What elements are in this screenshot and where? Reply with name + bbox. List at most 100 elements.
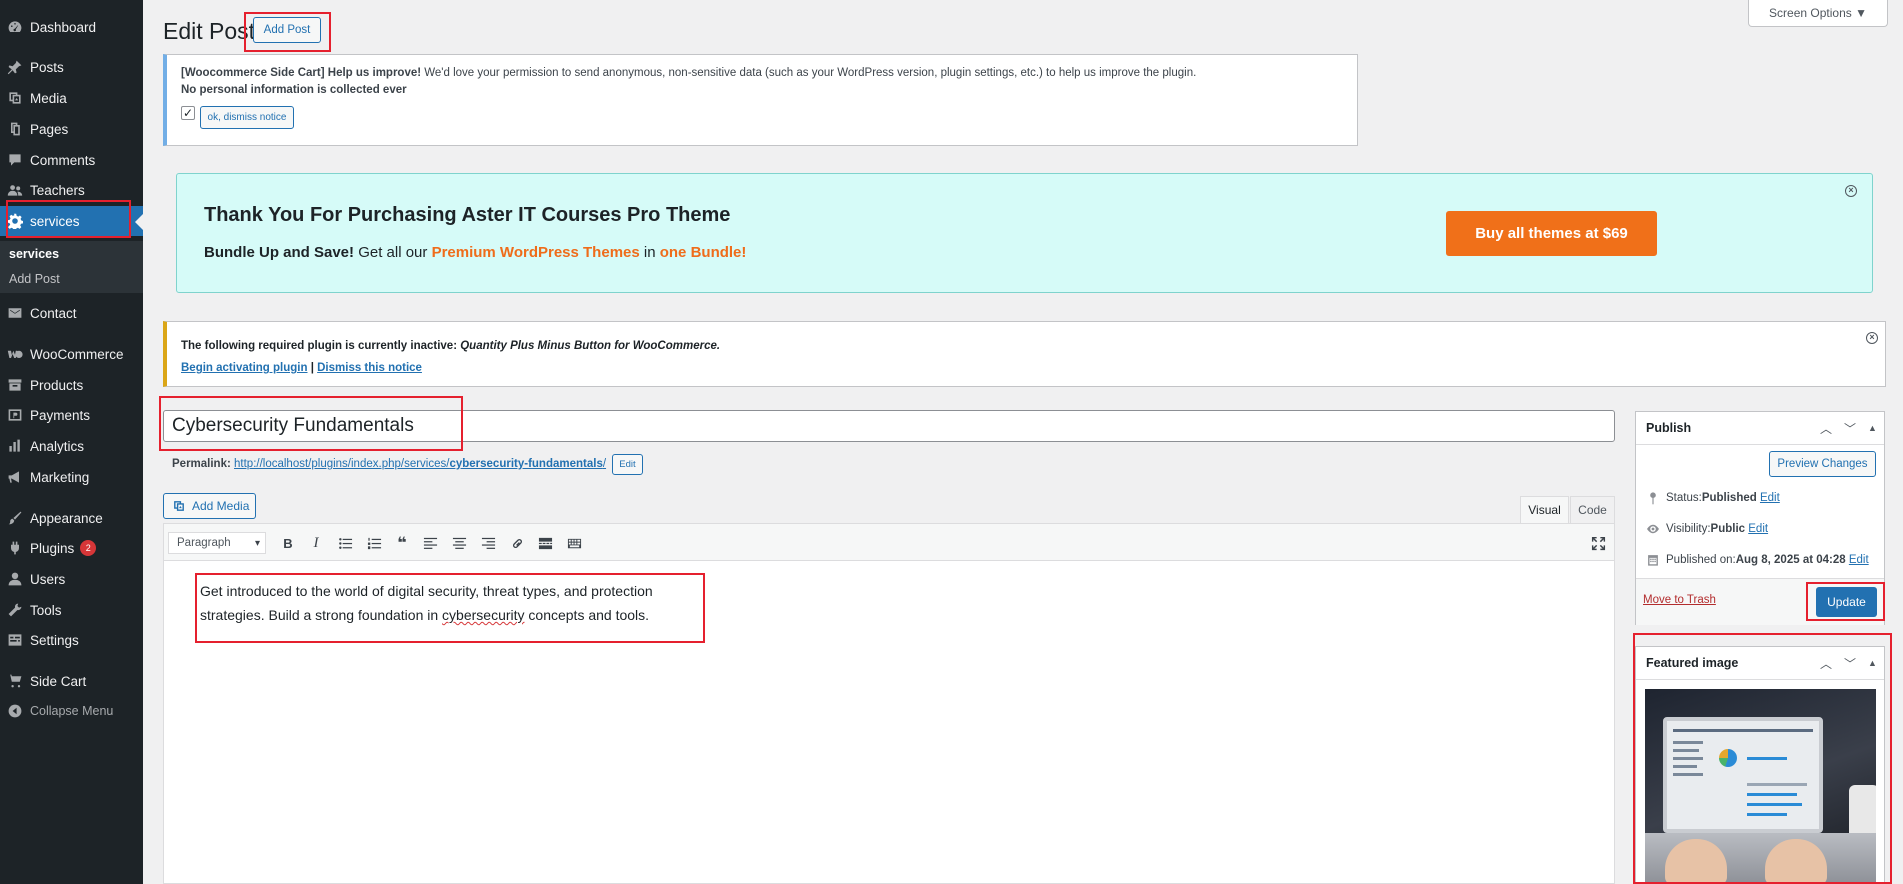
promo-themes-link: Premium WordPress Themes — [431, 244, 640, 261]
edit-visibility-link[interactable]: Edit — [1748, 523, 1768, 535]
featured-image-thumbnail[interactable] — [1645, 689, 1876, 884]
close-icon[interactable]: × — [1866, 332, 1878, 344]
edit-date-link[interactable]: Edit — [1849, 554, 1869, 566]
submenu-item-services[interactable]: services — [9, 247, 59, 261]
post-title-input[interactable]: Cybersecurity Fundamentals — [163, 410, 1615, 442]
menu-item-dashboard[interactable]: Dashboard — [0, 12, 143, 42]
gear-icon — [0, 213, 30, 229]
buy-themes-button[interactable]: Buy all themes at $69 — [1446, 211, 1657, 256]
megaphone-icon — [0, 469, 30, 485]
editor-content[interactable]: Get introduced to the world of digital s… — [200, 579, 700, 627]
media-icon — [0, 90, 30, 106]
align-left-icon[interactable] — [419, 532, 441, 554]
user-icon — [0, 571, 30, 587]
plugin-notice-actions: Begin activating plugin | Dismiss this n… — [181, 362, 422, 374]
menu-item-side-cart[interactable]: Side Cart — [0, 666, 143, 696]
align-center-icon[interactable] — [448, 532, 470, 554]
toggle-panel-icon[interactable]: ▲ — [1868, 658, 1877, 668]
add-post-button[interactable]: Add Post — [253, 17, 321, 43]
plugin-name: Quantity Plus Minus Button for WooCommer… — [460, 340, 721, 352]
promo-sub-bold: Bundle Up and Save! — [204, 244, 355, 261]
tab-code[interactable]: Code — [1570, 496, 1615, 524]
collapse-label: Collapse Menu — [30, 704, 114, 718]
menu-item-settings[interactable]: Settings — [0, 625, 143, 655]
move-up-icon[interactable]: ︿ — [1820, 420, 1832, 437]
comment-icon — [0, 152, 30, 168]
add-media-button[interactable]: Add Media — [163, 493, 256, 519]
menu-label: Users — [30, 571, 66, 587]
plugin-notice-label: The following required plugin is current… — [181, 340, 461, 352]
link-icon[interactable] — [506, 532, 528, 554]
numbered-list-icon[interactable] — [363, 532, 385, 554]
visibility-value: Public — [1710, 523, 1746, 535]
menu-item-appearance[interactable]: Appearance — [0, 503, 143, 533]
page-title: Edit Post — [163, 18, 256, 44]
permalink-label: Permalink: — [172, 458, 231, 470]
menu-item-woocommerce[interactable]: WooCommerce — [0, 339, 143, 369]
edit-status-link[interactable]: Edit — [1760, 492, 1780, 504]
submenu-item-add-post[interactable]: Add Post — [9, 272, 60, 286]
menu-item-contact[interactable]: Contact — [0, 298, 143, 328]
menu-item-plugins[interactable]: Plugins 2 — [0, 533, 143, 563]
fullscreen-icon[interactable] — [1587, 532, 1609, 554]
close-icon[interactable]: × — [1845, 185, 1857, 197]
publish-box-header: Publish ︿ ﹀ ▲ — [1636, 412, 1884, 445]
dismiss-notice-button[interactable]: ok, dismiss notice — [200, 106, 294, 129]
plugin-notice-text: The following required plugin is current… — [181, 340, 720, 352]
menu-item-products[interactable]: Products — [0, 370, 143, 400]
pages-icon — [0, 121, 30, 137]
consent-checkbox[interactable]: ✓ — [181, 106, 195, 120]
pin-icon — [1650, 492, 1656, 505]
menu-label: Contact — [30, 305, 77, 321]
menu-label: Media — [30, 90, 67, 106]
menu-item-users[interactable]: Users — [0, 564, 143, 594]
visibility-label: Visibility: — [1666, 523, 1711, 535]
read-more-icon[interactable] — [534, 532, 556, 554]
blockquote-icon[interactable]: ❝ — [391, 532, 413, 554]
preview-changes-button[interactable]: Preview Changes — [1769, 451, 1876, 477]
menu-label: Marketing — [30, 469, 90, 485]
menu-item-pages[interactable]: Pages — [0, 114, 143, 144]
menu-item-marketing[interactable]: Marketing — [0, 462, 143, 492]
move-to-trash-link[interactable]: Move to Trash — [1643, 594, 1716, 606]
italic-icon[interactable]: I — [305, 532, 327, 554]
edit-permalink-button[interactable]: Edit — [612, 454, 643, 475]
move-down-icon[interactable]: ﹀ — [1844, 655, 1856, 672]
dismiss-plugin-notice-link[interactable]: Dismiss this notice — [317, 362, 422, 374]
menu-label: Side Cart — [30, 673, 87, 689]
align-right-icon[interactable] — [477, 532, 499, 554]
bold-icon[interactable]: B — [277, 532, 299, 554]
menu-item-payments[interactable]: Payments — [0, 400, 143, 430]
menu-label: Teachers — [30, 182, 85, 198]
update-button[interactable]: Update — [1816, 587, 1877, 617]
format-select[interactable]: Paragraph — [168, 532, 266, 554]
begin-activating-link[interactable]: Begin activating plugin — [181, 362, 308, 374]
bullet-list-icon[interactable] — [334, 532, 356, 554]
collapse-menu[interactable]: Collapse Menu — [0, 696, 143, 726]
menu-item-posts[interactable]: Posts — [0, 52, 143, 82]
published-value: Aug 8, 2025 at 04:28 — [1735, 554, 1846, 566]
mail-icon — [0, 305, 30, 321]
brush-icon — [0, 510, 30, 526]
menu-item-teachers[interactable]: Teachers — [0, 175, 143, 205]
link-separator: | — [307, 362, 318, 374]
editor-toolbar: Paragraph B I ❝ — [164, 524, 1614, 561]
menu-label: services — [30, 213, 80, 229]
move-down-icon[interactable]: ﹀ — [1844, 420, 1856, 437]
published-label: Published on: — [1666, 554, 1736, 566]
toolbar-toggle-icon[interactable] — [563, 532, 585, 554]
add-media-label: Add Media — [192, 499, 250, 513]
menu-item-analytics[interactable]: Analytics — [0, 431, 143, 461]
publish-box: Publish ︿ ﹀ ▲ Preview Changes Status: Pu… — [1635, 411, 1885, 625]
menu-item-comments[interactable]: Comments — [0, 145, 143, 175]
permalink-base: http://localhost/plugins/index.php/servi… — [234, 458, 450, 470]
toggle-panel-icon[interactable]: ▲ — [1868, 423, 1877, 433]
move-up-icon[interactable]: ︿ — [1820, 655, 1832, 672]
menu-item-media[interactable]: Media — [0, 83, 143, 113]
screen-options-button[interactable]: Screen Options ▼ — [1748, 0, 1888, 27]
menu-item-tools[interactable]: Tools — [0, 595, 143, 625]
permalink-url[interactable]: http://localhost/plugins/index.php/servi… — [234, 458, 606, 470]
tab-visual[interactable]: Visual — [1520, 496, 1569, 524]
admin-sidebar: Dashboard Posts Media Pages Comments Tea… — [0, 0, 143, 884]
menu-item-services[interactable]: services — [0, 206, 143, 236]
